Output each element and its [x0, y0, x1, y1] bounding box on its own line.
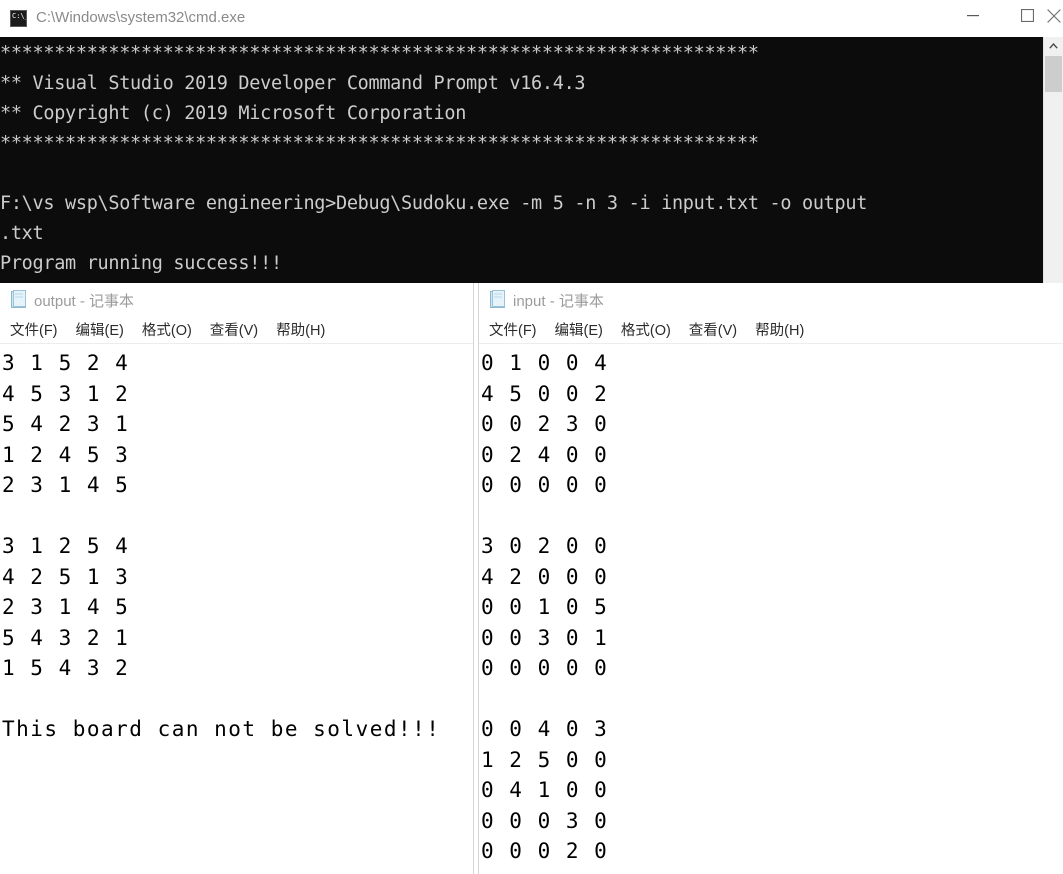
notepad-input-menubar[interactable]: 文件(F) 编辑(E) 格式(O) 查看(V) 帮助(H) [479, 316, 1063, 344]
text-line: This board can not be solved!!! [2, 717, 441, 741]
menu-view[interactable]: 查看(V) [207, 318, 261, 341]
chevron-up-icon[interactable] [1044, 37, 1063, 55]
console-title-text: C:\Windows\system32\cmd.exe [36, 9, 246, 26]
text-line: 0 4 1 0 0 [481, 778, 609, 802]
text-line: 4 5 0 0 2 [481, 381, 609, 406]
notepad-output-titlebar[interactable]: output - 记事本 [0, 283, 473, 316]
menu-help[interactable]: 帮助(H) [752, 318, 807, 341]
console-text: ****************************************… [0, 43, 868, 274]
text-line: 3 1 5 2 4 [2, 351, 130, 375]
scrollbar-thumb[interactable] [1045, 56, 1062, 92]
notepad-window-output: output - 记事本 文件(F) 编辑(E) 格式(O) 查看(V) 帮助(… [0, 283, 474, 874]
text-line [2, 501, 473, 532]
text-line: 5 4 3 2 1 [2, 625, 130, 650]
menu-file[interactable]: 文件(F) [486, 318, 540, 341]
notepad-input-text-area[interactable]: 0 1 0 0 4 4 5 0 0 2 0 0 2 3 0 0 2 4 0 0 0 0 … [479, 344, 1063, 867]
menu-edit[interactable]: 编辑(E) [552, 318, 606, 341]
console-titlebar[interactable]: C:\_ C:\Windows\system32\cmd.exe [0, 0, 1063, 38]
menu-edit[interactable]: 编辑(E) [73, 318, 127, 341]
cmd-icon: C:\_ [10, 10, 27, 27]
text-line: 1 2 4 5 3 [2, 442, 130, 467]
text-line: 0 0 0 0 0 [481, 656, 609, 680]
text-line: 4 2 5 1 3 [2, 564, 130, 589]
text-line: 0 0 1 0 5 [481, 595, 609, 619]
notepad-input-title-text: input - 记事本 [513, 293, 604, 310]
text-line: 0 0 3 0 1 [481, 625, 609, 650]
notepad-icon [10, 290, 28, 309]
text-line: 0 0 0 0 0 [481, 473, 609, 497]
console-maximize-button[interactable] [1004, 0, 1050, 31]
console-minimize-button[interactable] [950, 0, 996, 31]
notepad-output-text-area[interactable]: 3 1 5 2 4 4 5 3 1 2 5 4 2 3 1 1 2 4 5 3 2 3 … [0, 344, 473, 745]
text-line [481, 501, 1063, 532]
menu-help[interactable]: 帮助(H) [273, 318, 328, 341]
text-line: 1 5 4 3 2 [2, 656, 130, 680]
menu-format[interactable]: 格式(O) [139, 318, 195, 341]
text-line: 0 0 0 3 0 [481, 808, 609, 833]
menu-file[interactable]: 文件(F) [7, 318, 61, 341]
menu-format[interactable]: 格式(O) [618, 318, 674, 341]
notepad-window-input: input - 记事本 文件(F) 编辑(E) 格式(O) 查看(V) 帮助(H… [478, 283, 1063, 874]
notepad-icon [489, 290, 507, 309]
console-close-button[interactable] [1045, 0, 1063, 31]
notepad-output-menubar[interactable]: 文件(F) 编辑(E) 格式(O) 查看(V) 帮助(H) [0, 316, 473, 344]
text-line: 0 2 4 0 0 [481, 442, 609, 467]
text-line: 2 3 1 4 5 [2, 473, 130, 497]
text-line: 1 2 5 0 0 [481, 747, 609, 772]
text-line [2, 684, 473, 715]
menu-view[interactable]: 查看(V) [686, 318, 740, 341]
notepad-input-titlebar[interactable]: input - 记事本 [479, 283, 1063, 316]
text-line [481, 684, 1063, 715]
console-vertical-scrollbar[interactable] [1043, 37, 1063, 283]
text-line: 4 2 0 0 0 [481, 564, 609, 589]
text-line: 0 0 2 3 0 [481, 412, 609, 436]
text-line: 4 5 3 1 2 [2, 381, 130, 406]
console-output-area[interactable]: ****************************************… [0, 37, 1043, 283]
text-line: 3 1 2 5 4 [2, 534, 130, 558]
text-line: 0 1 0 0 4 [481, 351, 609, 375]
text-line: 5 4 2 3 1 [2, 412, 130, 436]
notepad-output-title-text: output - 记事本 [34, 293, 135, 310]
text-line: 0 0 4 0 3 [481, 717, 609, 741]
cmd-console-window: C:\_ C:\Windows\system32\cmd.exe *******… [0, 0, 1063, 290]
text-line: 2 3 1 4 5 [2, 595, 130, 619]
text-line: 3 0 2 0 0 [481, 534, 609, 558]
text-line: 0 0 0 2 0 [481, 839, 609, 863]
